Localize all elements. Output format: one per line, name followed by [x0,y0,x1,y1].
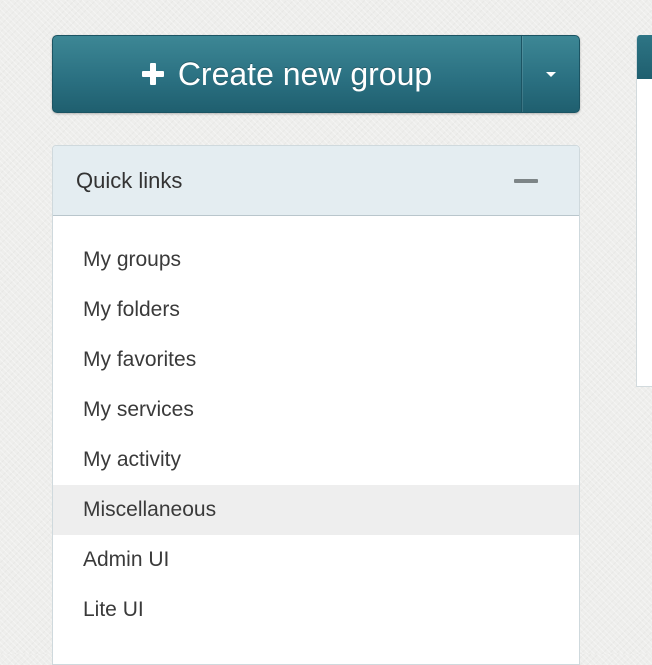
create-new-group-label: Create new group [177,55,433,92]
create-group-dropdown-toggle[interactable] [521,36,579,112]
minus-icon [514,178,538,183]
plus-icon [141,63,164,85]
quick-link-my-favorites[interactable]: My favorites [53,335,579,385]
quick-links-header: Quick links [53,146,579,216]
quick-links-list: My groups My folders My favorites My ser… [53,216,579,635]
create-new-group-button[interactable]: Create new group [53,36,521,112]
main-content-panel-header [637,35,652,79]
quick-link-my-activity[interactable]: My activity [53,435,579,485]
quick-links-panel: Quick links My groups My folders My favo… [52,145,580,665]
quick-link-my-groups[interactable]: My groups [53,235,579,285]
quick-links-title: Quick links [76,167,183,193]
collapse-quick-links-button[interactable] [513,170,539,192]
create-group-split-button: Create new group [52,35,580,113]
quick-link-admin-ui[interactable]: Admin UI [53,535,579,585]
quick-link-lite-ui[interactable]: Lite UI [53,585,579,635]
quick-link-miscellaneous[interactable]: Miscellaneous [53,485,579,535]
main-content-panel [636,35,652,387]
quick-link-my-services[interactable]: My services [53,385,579,435]
caret-down-icon [545,71,556,77]
quick-link-my-folders[interactable]: My folders [53,285,579,335]
